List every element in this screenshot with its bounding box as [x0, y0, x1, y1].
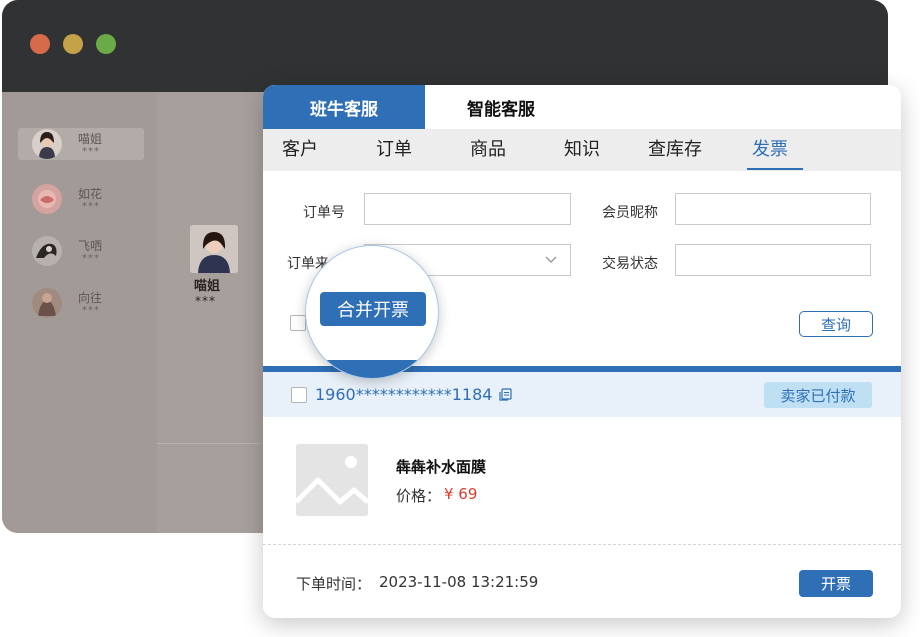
chat-avatar [190, 225, 238, 273]
contact-list: 喵姐 *** 如花 *** 飞哂 *** 向往 *** [2, 92, 157, 533]
copy-icon[interactable] [499, 388, 512, 401]
subnav-product[interactable]: 商品 [470, 129, 506, 171]
order-time-value: 2023-11-08 13:21:59 [379, 573, 539, 591]
query-button[interactable]: 查询 [799, 311, 873, 337]
contact-subtitle: *** [82, 305, 100, 316]
window-titlebar [2, 0, 888, 92]
order-select-checkbox[interactable] [291, 387, 307, 403]
contact-name: 喵姐 [78, 132, 103, 146]
trade-status-label: 交易状态 [602, 256, 658, 272]
maximize-window-button[interactable] [96, 34, 116, 54]
product-name: 犇犇补水面膜 [396, 458, 487, 476]
subnav-invoice[interactable]: 发票 [752, 129, 788, 171]
order-header: 1960************1184 卖家已付款 [263, 372, 901, 417]
contact-name: 向往 [78, 291, 103, 305]
chat-contact-name: 喵姐 [194, 279, 221, 294]
contact-name: 如花 [78, 187, 103, 201]
contact-subtitle: *** [82, 201, 100, 212]
panel-tabs: 班牛客服 智能客服 [263, 85, 901, 129]
contact-item-2[interactable]: 飞哂 *** [18, 235, 144, 267]
subnav-inventory[interactable]: 查库存 [648, 129, 702, 171]
order-status-badge: 卖家已付款 [764, 382, 872, 408]
contact-item-0[interactable]: 喵姐 *** [18, 128, 144, 160]
contact-subtitle: *** [82, 253, 100, 264]
merge-invoice-button[interactable]: 合并开票 [320, 292, 426, 326]
contact-avatar [32, 288, 62, 318]
order-number: 1960************1184 [315, 385, 493, 404]
issue-invoice-button[interactable]: 开票 [799, 570, 873, 597]
member-nickname-input[interactable] [675, 193, 871, 225]
magnifier-divider [306, 360, 438, 378]
image-placeholder-icon [296, 444, 368, 516]
minimize-window-button[interactable] [63, 34, 83, 54]
order-no-label: 订单号 [303, 205, 345, 221]
contact-name: 飞哂 [78, 239, 103, 253]
chevron-down-icon [545, 256, 557, 263]
tab-banniu-service[interactable]: 班牛客服 [263, 85, 425, 129]
member-nickname-label: 会员昵称 [602, 205, 658, 221]
contact-subtitle: *** [82, 146, 100, 157]
close-window-button[interactable] [30, 34, 50, 54]
contact-item-1[interactable]: 如花 *** [18, 183, 144, 215]
tab-smart-service[interactable]: 智能客服 [425, 85, 577, 129]
merge-invoice-checkbox[interactable] [290, 315, 306, 331]
contact-avatar [32, 236, 62, 266]
contact-item-3[interactable]: 向往 *** [18, 287, 144, 319]
chat-contact-subtitle: *** [195, 294, 216, 308]
subnav-order[interactable]: 订单 [376, 129, 412, 171]
order-no-input[interactable] [364, 193, 571, 225]
order-time-label: 下单时间： [296, 575, 372, 593]
active-tab-indicator [747, 168, 803, 170]
trade-status-input[interactable] [675, 244, 871, 276]
contact-avatar [32, 184, 62, 214]
price-value: ¥ 69 [444, 485, 478, 503]
subnav-knowledge[interactable]: 知识 [564, 129, 600, 171]
subnav-customer[interactable]: 客户 [282, 129, 318, 171]
price-label: 价格： [396, 487, 442, 505]
sub-navigation: 客户 订单 商品 知识 查库存 发票 [263, 129, 901, 171]
contact-avatar [32, 129, 62, 159]
dashed-divider [263, 544, 901, 545]
magnifier-callout: 合并开票 [305, 245, 439, 379]
